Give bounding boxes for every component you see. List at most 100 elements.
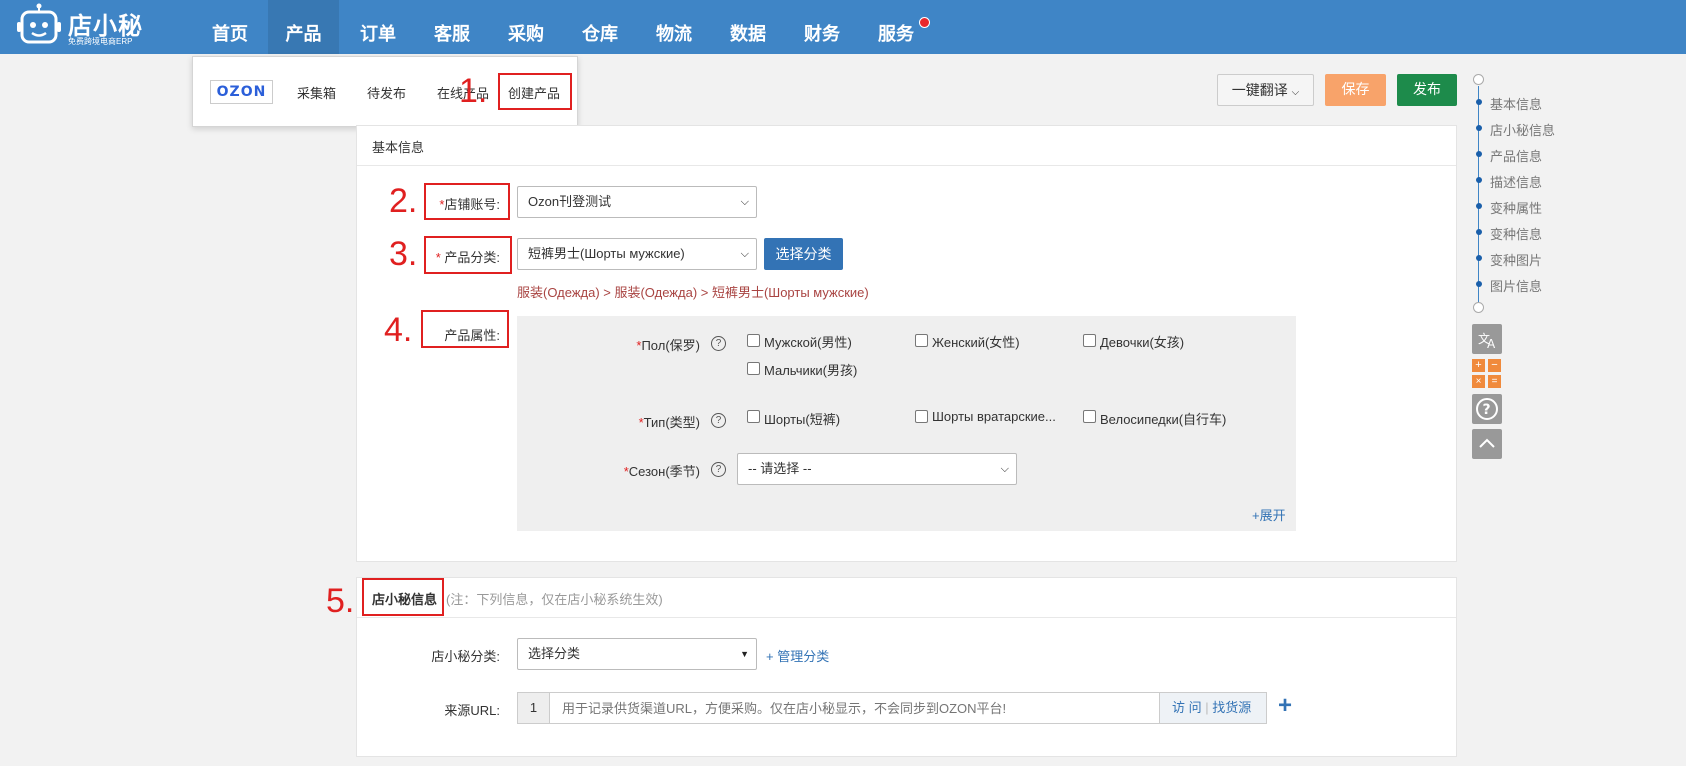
nav-finance[interactable]: 财务 [786,0,858,54]
svg-text:?: ? [1483,402,1491,418]
annotation-4: 4. [384,311,413,349]
anchor-description-info[interactable]: 描述信息 [1490,172,1542,191]
anchor-nav-line [1478,86,1479,304]
checkbox-cycling-shorts[interactable] [1083,410,1096,423]
anchor-variant-info[interactable]: 变种信息 [1490,224,1542,243]
anchor-variant-images[interactable]: 变种图片 [1490,250,1542,269]
anchor-end-circle [1473,302,1484,313]
gender-label-text: Пол(保罗) [641,338,700,353]
anchor-start-circle [1473,74,1484,85]
translate-button[interactable]: 一键翻译 ⌵ [1217,74,1314,106]
anchor-dot [1476,203,1482,209]
chevron-down-icon: ⌵ [1291,87,1300,98]
choose-category-button[interactable]: 选择分类 [764,238,843,270]
anchor-variant-attributes[interactable]: 变种属性 [1490,198,1542,217]
anchor-basic-info[interactable]: 基本信息 [1490,94,1542,113]
chevron-down-icon: ⌵ [1000,463,1009,475]
notification-dot [919,17,930,28]
season-placeholder: -- 请选择 -- [748,461,812,476]
calculator-icon[interactable]: + − × = [1472,359,1502,389]
dxm-info-note: (注：下列信息，仅在店小秘系统生效) [446,592,663,607]
anchor-dot [1476,255,1482,261]
chevron-down-icon: ⌵ [740,248,749,260]
checkbox-male-label: Мужской(男性) [764,335,852,350]
season-select[interactable]: -- 请选择 -- ⌵ [737,453,1017,485]
help-glyph: ? [1476,398,1498,420]
checkbox-shorts[interactable] [747,410,760,423]
divider [357,617,1456,618]
product-category-value: 短裤男士(Шорты мужские) [528,246,685,261]
nav-data[interactable]: 数据 [712,0,784,54]
product-category-select[interactable]: 短裤男士(Шорты мужские) ⌵ [517,238,757,270]
logo-subtitle: 免费跨境电商ERP [68,37,133,46]
nav-order[interactable]: 订单 [342,0,414,54]
dxm-category-select[interactable]: 选择分类 ▼ [517,638,757,670]
anchor-dot [1476,99,1482,105]
product-category-label: * 产品分类: [430,247,500,266]
source-url-actions: 访 问 | 找货源 [1159,692,1267,724]
help-icon[interactable]: ? [711,336,726,351]
divider [357,165,1456,166]
anchor-dot [1476,229,1482,235]
manage-category-link[interactable]: + 管理分类 [766,646,829,665]
help-icon[interactable]: ? [1472,394,1502,424]
expand-link[interactable]: +展开 [1252,505,1286,524]
nav-logistics[interactable]: 物流 [638,0,710,54]
nav-home[interactable]: 首页 [194,0,266,54]
shop-account-select[interactable]: Ozon刊登测试 ⌵ [517,186,757,218]
dxm-info-title: 店小秘信息 [372,592,438,607]
menu-item-pending-publish[interactable]: 待发布 [367,83,406,102]
nav-purchase[interactable]: 采购 [490,0,562,54]
ozon-logo[interactable]: OZON [210,80,273,104]
gender-label: *Пол(保罗) [590,335,700,354]
anchor-image-info[interactable]: 图片信息 [1490,276,1542,295]
basic-info-title: 基本信息 [372,140,425,155]
menu-item-create-product[interactable]: 创建产品 [508,83,560,102]
checkbox-girls[interactable] [1083,334,1096,347]
source-url-input[interactable] [549,692,1160,724]
anchor-product-info[interactable]: 产品信息 [1490,146,1542,165]
translate-icon[interactable]: 文A [1472,324,1502,354]
annotation-2: 2. [389,182,418,220]
translate-glyph: 文A [1478,331,1496,351]
anchor-dxm-info[interactable]: 店小秘信息 [1490,120,1555,139]
product-category-label-text: 产品分类: [444,250,500,265]
shop-account-label-text: 店铺账号: [444,197,500,212]
nav-customer-service[interactable]: 客服 [416,0,488,54]
season-label-text: Сезон(季节) [628,464,700,479]
visit-link[interactable]: 访 问 [1172,700,1202,715]
product-dropdown-menu: OZON 采集箱 待发布 在线产品 创建产品 [192,56,578,127]
checkbox-goalkeeper-shorts[interactable] [915,410,928,423]
source-index: 1 [517,692,550,724]
chevron-down-icon: ⌵ [740,196,749,208]
checkbox-shorts-label: Шорты(短裤) [764,412,841,427]
source-url-label: 来源URL: [444,703,500,718]
nav-warehouse[interactable]: 仓库 [564,0,636,54]
checkbox-boys-label: Мальчики(男孩) [764,363,858,378]
svg-text:A: A [1487,337,1496,351]
anchor-dot [1476,125,1482,131]
checkbox-female[interactable] [915,334,928,347]
season-label: *Сезон(季节) [590,461,700,480]
save-button[interactable]: 保存 [1325,74,1386,106]
find-source-link[interactable]: 找货源 [1212,700,1251,715]
help-icon[interactable]: ? [711,462,726,477]
caret-down-icon: ▼ [740,649,749,659]
help-icon[interactable]: ? [711,413,726,428]
nav-product[interactable]: 产品 [268,0,339,54]
checkbox-boys[interactable] [747,362,760,375]
add-url-icon[interactable]: + [1278,691,1292,721]
robot-logo-icon[interactable] [16,3,62,49]
annotation-3: 3. [389,235,418,273]
calc-times: × [1472,375,1485,388]
annotation-1: 1. [459,72,488,110]
product-attributes-label: 产品属性: [444,328,500,343]
checkbox-male[interactable] [747,334,760,347]
publish-button[interactable]: 发布 [1397,74,1457,106]
chevron-up-icon[interactable] [1472,429,1502,459]
anchor-dot [1476,281,1482,287]
menu-item-collection-box[interactable]: 采集箱 [297,83,336,102]
annotation-5: 5. [326,582,355,620]
checkbox-female-label: Женский(女性) [932,335,1020,350]
calc-minus: − [1488,359,1501,372]
